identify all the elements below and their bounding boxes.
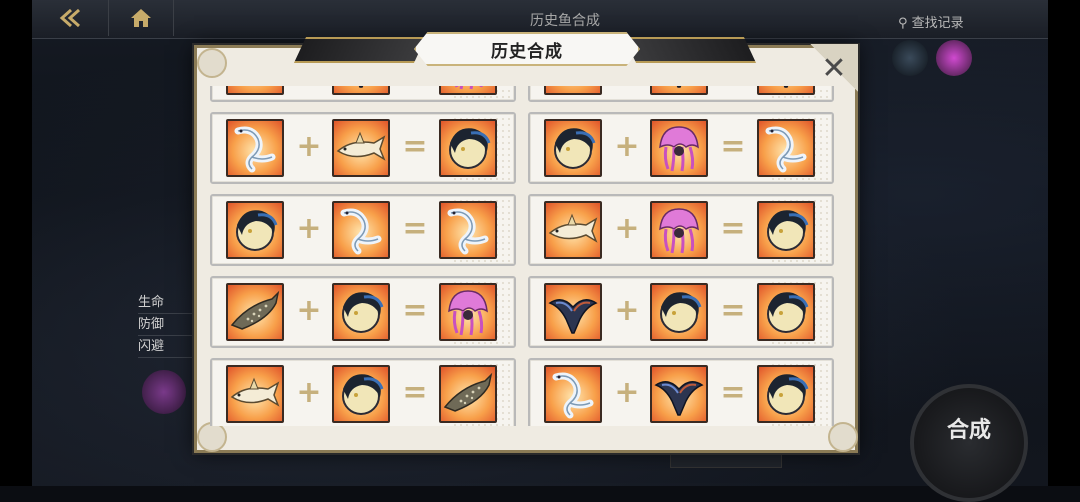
equals-sign: = bbox=[720, 211, 746, 246]
ingredient-dragon-icon[interactable] bbox=[226, 119, 284, 177]
fish-thumb-jelly[interactable] bbox=[936, 40, 972, 76]
corner-ornament bbox=[828, 422, 858, 452]
screen-edge-left bbox=[0, 0, 32, 486]
result-moon-icon[interactable] bbox=[757, 201, 815, 259]
back-icon bbox=[59, 8, 80, 28]
search-records-button[interactable]: ⚲ 查找记录 bbox=[898, 12, 964, 31]
plus-sign: + bbox=[614, 211, 640, 246]
fish-thumb-moon[interactable] bbox=[892, 40, 928, 76]
ingredient-shark-icon[interactable] bbox=[544, 86, 602, 95]
title-ornament-left bbox=[293, 37, 427, 63]
ingredient-dragon-icon[interactable] bbox=[332, 201, 390, 259]
equals-sign: = bbox=[720, 129, 746, 164]
ingredient-moon-icon[interactable] bbox=[226, 201, 284, 259]
stat-hp: 生命 bbox=[138, 292, 198, 314]
ingredient-whaleshark-icon[interactable] bbox=[226, 86, 284, 95]
ingredient-dragon-icon[interactable] bbox=[544, 365, 602, 423]
back-button[interactable] bbox=[38, 0, 102, 36]
plus-sign: + bbox=[614, 293, 640, 328]
equals-sign: = bbox=[720, 375, 746, 410]
merge-button-label: 合成 bbox=[946, 418, 991, 443]
ingredient-manta-icon[interactable] bbox=[332, 86, 390, 95]
plus-sign: + bbox=[296, 293, 322, 328]
ingredient-manta-icon[interactable] bbox=[650, 86, 708, 95]
result-moon-icon[interactable] bbox=[439, 119, 497, 177]
stat-evasion: 闪避 bbox=[138, 336, 198, 358]
background-title: 历史鱼合成 bbox=[530, 13, 600, 29]
history-list[interactable]: +=+=+=+=+=+=+=+=+=+= bbox=[210, 86, 840, 426]
history-grid: +=+=+=+=+=+=+=+=+=+= bbox=[210, 86, 834, 426]
ingredient-shark-icon[interactable] bbox=[544, 201, 602, 259]
result-dragon-icon[interactable] bbox=[439, 201, 497, 259]
stat-defense: 防御 bbox=[138, 314, 198, 336]
ingredient-manta-icon[interactable] bbox=[544, 283, 602, 341]
plus-sign: + bbox=[296, 211, 322, 246]
result-manta-icon[interactable] bbox=[757, 86, 815, 95]
history-record[interactable]: += bbox=[528, 112, 834, 184]
selected-fish-thumb[interactable] bbox=[142, 370, 186, 414]
plus-sign: + bbox=[614, 375, 640, 410]
result-dragon-icon[interactable] bbox=[757, 119, 815, 177]
ingredient-moon-icon[interactable] bbox=[650, 283, 708, 341]
stats-list: 生命 防御 闪避 bbox=[138, 292, 198, 358]
merge-button[interactable]: 合成 bbox=[910, 384, 1028, 502]
ingredient-shark-icon[interactable] bbox=[332, 119, 390, 177]
close-icon: ✕ bbox=[821, 50, 847, 86]
close-button[interactable]: ✕ bbox=[810, 44, 858, 92]
result-jelly-icon[interactable] bbox=[439, 86, 497, 95]
equals-sign: = bbox=[402, 293, 428, 328]
history-record[interactable]: += bbox=[528, 194, 834, 266]
ingredient-moon-icon[interactable] bbox=[544, 119, 602, 177]
ingredient-manta-icon[interactable] bbox=[650, 365, 708, 423]
equals-sign: = bbox=[402, 129, 428, 164]
modal-title-bar: 历史合成 bbox=[293, 32, 757, 66]
history-record[interactable]: += bbox=[210, 194, 516, 266]
ingredient-moon-icon[interactable] bbox=[332, 283, 390, 341]
history-record[interactable]: += bbox=[210, 276, 516, 348]
home-icon bbox=[131, 9, 151, 27]
plus-sign: + bbox=[296, 375, 322, 410]
equals-sign: = bbox=[720, 293, 746, 328]
plus-sign: + bbox=[614, 129, 640, 164]
result-moon-icon[interactable] bbox=[757, 283, 815, 341]
history-record[interactable]: += bbox=[528, 276, 834, 348]
ingredient-jelly-icon[interactable] bbox=[650, 201, 708, 259]
ingredient-moon-icon[interactable] bbox=[332, 365, 390, 423]
modal-title: 历史合成 bbox=[414, 32, 640, 66]
result-jelly-icon[interactable] bbox=[439, 283, 497, 341]
history-record[interactable]: += bbox=[528, 358, 834, 426]
result-whaleshark-icon[interactable] bbox=[439, 365, 497, 423]
search-records-label: 查找记录 bbox=[911, 16, 964, 31]
search-icon: ⚲ bbox=[898, 16, 908, 31]
history-record[interactable]: += bbox=[210, 86, 516, 102]
plus-sign: + bbox=[296, 129, 322, 164]
screen-edge-right bbox=[1048, 0, 1080, 486]
ingredient-jelly-icon[interactable] bbox=[650, 119, 708, 177]
title-ornament-right bbox=[623, 37, 757, 63]
history-record[interactable]: += bbox=[210, 112, 516, 184]
history-record[interactable]: += bbox=[528, 86, 834, 102]
ingredient-whaleshark-icon[interactable] bbox=[226, 283, 284, 341]
result-moon-icon[interactable] bbox=[757, 365, 815, 423]
corner-ornament bbox=[197, 422, 227, 452]
home-button[interactable] bbox=[108, 0, 174, 36]
history-record[interactable]: += bbox=[210, 358, 516, 426]
equals-sign: = bbox=[402, 375, 428, 410]
corner-ornament bbox=[197, 48, 227, 78]
equals-sign: = bbox=[402, 211, 428, 246]
ingredient-shark-icon[interactable] bbox=[226, 365, 284, 423]
